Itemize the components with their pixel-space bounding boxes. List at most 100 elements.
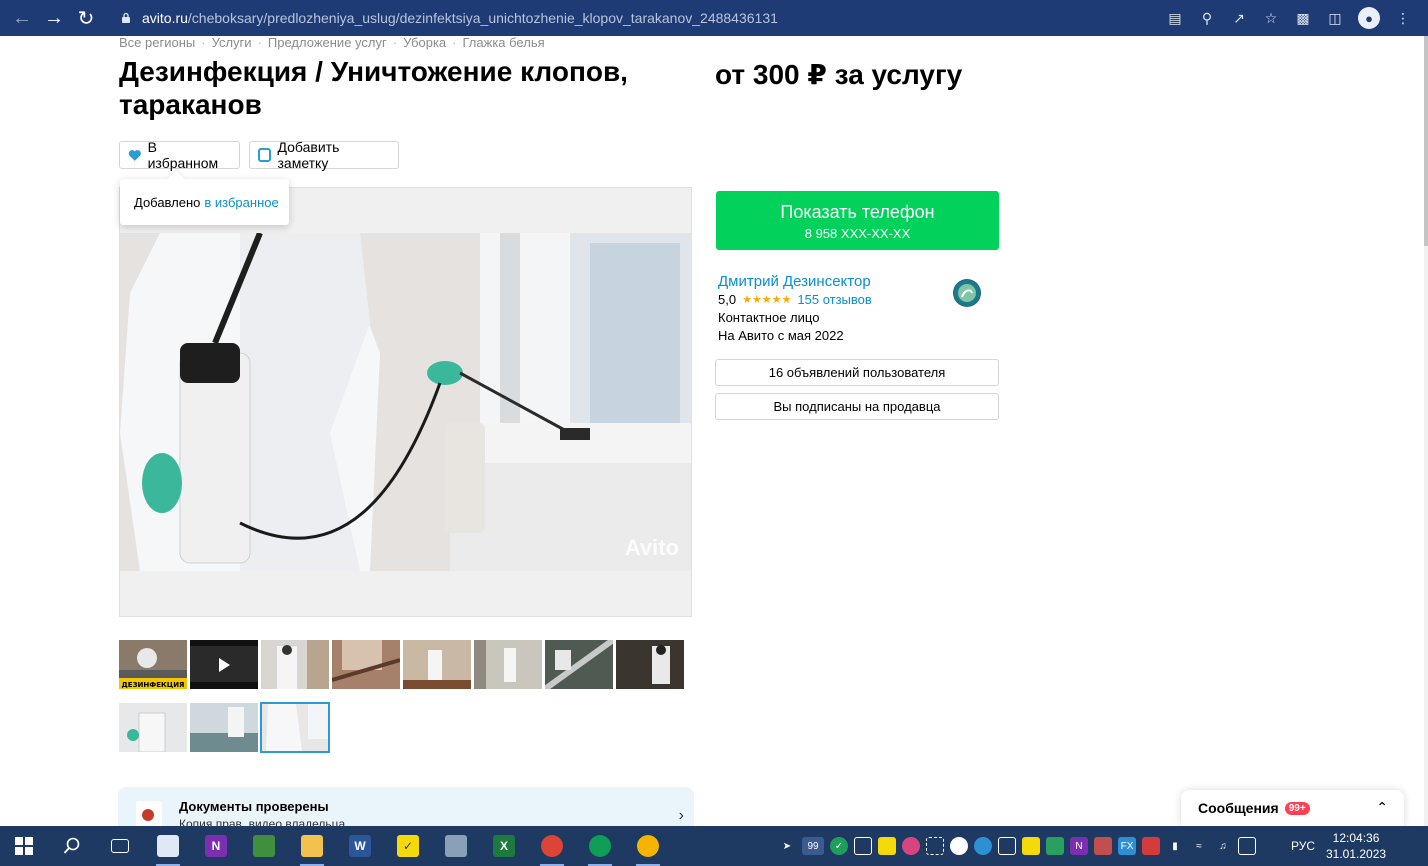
word-icon[interactable]: W <box>336 826 384 866</box>
show-phone-label: Показать телефон <box>780 202 935 222</box>
add-note-button[interactable]: Добавить заметку <box>249 139 399 171</box>
target-icon[interactable] <box>902 837 920 855</box>
reload-icon[interactable]: ↻ <box>70 0 102 36</box>
seller-role: Контактное лицо <box>718 310 820 325</box>
rating-stars-icon: ★★★★★ <box>742 294 792 306</box>
page-scrollbar-thumb[interactable] <box>1424 36 1428 246</box>
photo-thumbnail[interactable] <box>474 640 542 689</box>
breadcrumb-item[interactable]: Предложение услуг <box>268 35 387 50</box>
wifi-icon[interactable]: ≈ <box>1190 837 1208 855</box>
chrome-alt-profile-icon[interactable] <box>624 826 672 866</box>
main-photo-frame[interactable]: Avito <box>119 187 692 617</box>
main-photo[interactable]: Avito <box>120 233 691 571</box>
thumbnail-image <box>190 640 258 689</box>
photo-thumbnail[interactable] <box>119 703 187 752</box>
avito-watermark: Avito <box>624 535 679 560</box>
photo-thumbnail[interactable] <box>261 640 329 689</box>
breadcrumb-separator: · <box>201 35 206 50</box>
notes-tray-icon[interactable] <box>878 837 896 855</box>
seller-since: На Авито с мая 2022 <box>718 328 844 343</box>
breadcrumb-item[interactable]: Все регионы <box>119 35 195 50</box>
seller-name-link[interactable]: Дмитрий Дезинсектор <box>718 273 871 290</box>
photo-thumbnail[interactable] <box>616 640 684 689</box>
system-tray: ➤ 99 ✓ N FX ▮ ≈ ♫ <box>778 826 1256 866</box>
screenshot-icon[interactable] <box>926 837 944 855</box>
breadcrumb-item[interactable]: Уборка <box>403 35 446 50</box>
side-panel-icon[interactable]: ◫ <box>1326 9 1344 27</box>
breadcrumb-separator: · <box>257 35 262 50</box>
note-icon <box>258 148 272 162</box>
address-bar[interactable]: avito.ru/cheboksary/predlozheniya_uslug/… <box>108 4 1308 32</box>
paint-icon[interactable] <box>1094 837 1112 855</box>
zoom-icon[interactable]: ⚲ <box>1198 9 1216 27</box>
keyboard-icon[interactable] <box>1238 837 1256 855</box>
photo-thumbnail[interactable] <box>332 640 400 689</box>
rating-value: 5,0 <box>718 292 737 307</box>
snipping-tool-icon[interactable] <box>432 826 480 866</box>
onenote-tray-icon[interactable]: N <box>1070 837 1088 855</box>
notepad-icon[interactable] <box>144 826 192 866</box>
photo-thumbnail[interactable] <box>190 703 258 752</box>
photo-thumbnail[interactable] <box>545 640 613 689</box>
back-arrow-icon[interactable]: ← <box>6 0 38 36</box>
share-icon[interactable]: ↗ <box>1230 9 1248 27</box>
task-view-icon[interactable] <box>96 826 144 866</box>
show-phone-button[interactable]: Показать телефон 8 958 XXX-XX-XX <box>716 191 999 250</box>
page-title: Дезинфекция / Уничтожение клопов, тарака… <box>119 56 628 120</box>
breadcrumb-item[interactable]: Услуги <box>212 35 252 50</box>
translate-icon[interactable]: ▤ <box>1166 9 1184 27</box>
windows-start-icon[interactable] <box>0 826 48 866</box>
messages-widget[interactable]: Сообщения 99+ ⌃ <box>1181 790 1404 826</box>
listing-price: от 300 ₽ за услугу <box>715 59 963 90</box>
profile-avatar-icon[interactable]: ● <box>1358 7 1380 29</box>
chrome-profile-icon[interactable] <box>576 826 624 866</box>
window-icon[interactable] <box>998 837 1016 855</box>
breadcrumb-item[interactable]: Глажка белья <box>463 35 545 50</box>
greenshot-icon[interactable] <box>240 826 288 866</box>
leaf-icon[interactable] <box>1046 837 1064 855</box>
clock-date: 31.01.2023 <box>1326 847 1387 861</box>
sticky-tray-icon[interactable] <box>1022 837 1040 855</box>
favorite-button[interactable]: В избранном <box>119 139 240 171</box>
telegram-icon[interactable]: ➤ <box>778 837 796 855</box>
excel-icon[interactable]: X <box>480 826 528 866</box>
file-explorer-icon[interactable] <box>288 826 336 866</box>
battery-icon[interactable]: ▮ <box>1166 837 1184 855</box>
subscribed-button[interactable]: Вы подписаны на продавца <box>715 393 999 420</box>
breadcrumb-separator: · <box>392 35 398 50</box>
video-thumbnail[interactable] <box>190 640 258 689</box>
documents-title: Документы проверены <box>179 799 329 814</box>
app-badge-icon[interactable] <box>974 837 992 855</box>
photo-thumbnail[interactable] <box>403 640 471 689</box>
lock-icon <box>122 12 130 23</box>
language-indicator[interactable]: РУС <box>1291 839 1315 853</box>
tray-counter-badge[interactable]: 99 <box>802 837 824 855</box>
thumbnail-overlay-text: ДЕЗИНФЕКЦИЯ <box>122 681 185 689</box>
seller-ads-button[interactable]: 16 объявлений пользователя <box>715 359 999 386</box>
forward-arrow-icon[interactable]: → <box>38 0 70 36</box>
sticky-notes-icon[interactable]: ✓ <box>384 826 432 866</box>
bookmark-star-icon[interactable]: ☆ <box>1262 9 1280 27</box>
seller-avatar[interactable] <box>953 279 981 307</box>
onenote-icon[interactable]: N <box>192 826 240 866</box>
thumbnail-image <box>190 703 258 752</box>
chrome-icon[interactable] <box>528 826 576 866</box>
sync-icon[interactable] <box>950 837 968 855</box>
reviews-link[interactable]: 155 отзывов <box>797 292 871 307</box>
thumbnail-image: ДЕЗИНФЕКЦИЯ <box>119 640 187 689</box>
photo-thumbnail[interactable]: ДЕЗИНФЕКЦИЯ <box>119 640 187 689</box>
monitor-icon[interactable] <box>854 837 872 855</box>
fx-icon[interactable]: FX <box>1118 837 1136 855</box>
search-icon[interactable] <box>48 826 96 866</box>
chevron-up-icon[interactable]: ⌃ <box>1376 799 1388 816</box>
menu-dots-icon[interactable]: ⋮ <box>1394 9 1412 27</box>
extensions-icon[interactable]: ▩ <box>1294 9 1312 27</box>
security-shield-icon[interactable]: ✓ <box>830 837 848 855</box>
clock[interactable]: 12:04:36 31.01.2023 <box>1326 830 1386 862</box>
photo-thumbnail-selected[interactable] <box>260 702 330 753</box>
volume-icon[interactable]: ♫ <box>1214 837 1232 855</box>
breadcrumb-separator: · <box>452 35 457 50</box>
antivirus-icon[interactable] <box>1142 837 1160 855</box>
tooltip-favorites-link[interactable]: в избранное <box>204 195 278 210</box>
favorite-label: В избранном <box>147 139 219 171</box>
